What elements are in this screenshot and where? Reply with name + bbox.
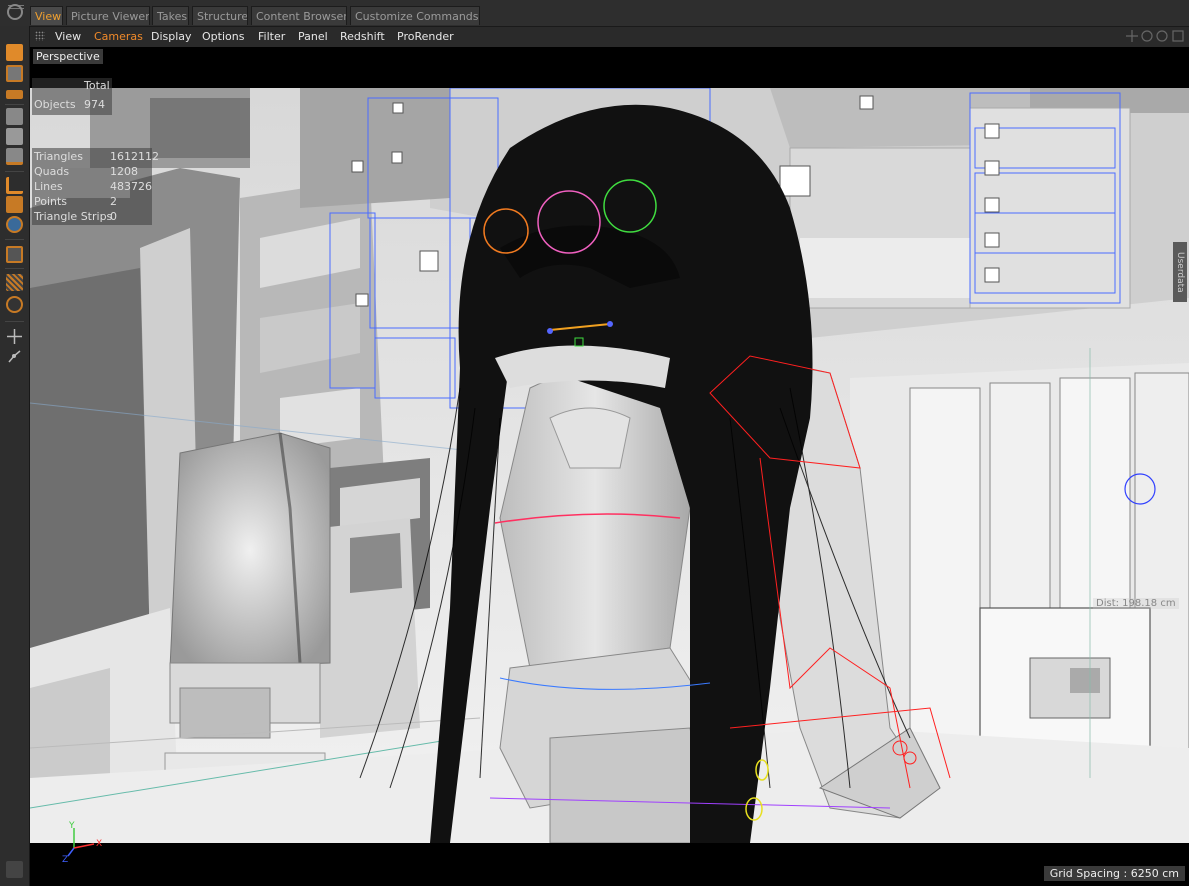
- tab-takes[interactable]: Takes: [152, 6, 189, 25]
- snap-icon[interactable]: [6, 177, 23, 194]
- texture-icon[interactable]: [6, 65, 23, 82]
- tab-customize-commands[interactable]: Customize Commands...: [350, 6, 480, 25]
- stats-objects-panel: Total Objects 974: [32, 78, 112, 115]
- cube-icon[interactable]: [6, 44, 23, 61]
- stats-points-label: Points: [34, 195, 68, 208]
- menu-view[interactable]: View: [55, 30, 81, 43]
- distance-readout: Dist: 198.18 cm: [1093, 598, 1179, 609]
- sphere-tool-icon[interactable]: [7, 4, 23, 20]
- menu-redshift[interactable]: Redshift: [340, 30, 385, 43]
- stats-quads-value: 1208: [110, 165, 138, 178]
- stats-points-value: 2: [110, 195, 117, 208]
- menu-cameras[interactable]: Cameras: [94, 30, 143, 43]
- menu-options[interactable]: Options: [202, 30, 244, 43]
- left-toolbar: [0, 4, 30, 886]
- stats-lines-label: Lines: [34, 180, 63, 193]
- viewport-grip-icon[interactable]: [35, 31, 45, 41]
- axis-x-label: X: [96, 839, 102, 849]
- cube-small-icon-3[interactable]: [6, 148, 23, 165]
- grid-spacing-readout: Grid Spacing : 6250 cm: [1043, 866, 1185, 881]
- userdata-tab[interactable]: Userdata: [1173, 242, 1187, 302]
- stats-strips-label: Triangle Strips: [34, 210, 113, 223]
- plane-icon[interactable]: [6, 90, 23, 99]
- cube-small-icon[interactable]: [6, 108, 23, 125]
- stats-lines-value: 483726: [110, 180, 152, 193]
- cube-small-icon-2[interactable]: [6, 128, 23, 145]
- tab-view[interactable]: View: [30, 6, 63, 25]
- axis-gizmo-icon: Y X Z: [62, 821, 102, 865]
- joint-icon[interactable]: [6, 348, 23, 365]
- lock-icon[interactable]: [6, 196, 23, 213]
- menu-display[interactable]: Display: [151, 30, 192, 43]
- menu-filter[interactable]: Filter: [258, 30, 285, 43]
- 3d-viewport[interactable]: Perspective Total Objects 974 Triangles …: [30, 47, 1189, 886]
- stats-objects-label: Objects: [34, 98, 76, 111]
- stats-objects-value: 974: [84, 98, 105, 111]
- stats-strips-value: 0: [110, 210, 117, 223]
- stats-header: Total: [84, 79, 110, 92]
- menu-prorender[interactable]: ProRender: [397, 30, 454, 43]
- layout-icon[interactable]: [6, 861, 23, 878]
- axis-z-label: Z: [62, 855, 68, 865]
- menu-panel[interactable]: Panel: [298, 30, 328, 43]
- scene-render[interactable]: [30, 88, 1189, 843]
- axis-y-label: Y: [68, 821, 75, 831]
- tab-content-browser[interactable]: Content Browser: [251, 6, 347, 25]
- viewport-navigation-icons[interactable]: [1125, 29, 1185, 43]
- stats-triangles-label: Triangles: [34, 150, 83, 163]
- move-icon[interactable]: [6, 328, 23, 345]
- tab-structure[interactable]: Structure: [192, 6, 248, 25]
- globe-icon[interactable]: [6, 216, 23, 233]
- grid-icon[interactable]: [6, 274, 23, 291]
- stats-triangles-value: 1612112: [110, 150, 159, 163]
- camera-label[interactable]: Perspective: [33, 49, 103, 64]
- top-tab-strip: View Picture Viewer Takes Structure Cont…: [0, 0, 1189, 27]
- brush-icon[interactable]: [6, 246, 23, 263]
- tab-picture-viewer[interactable]: Picture Viewer: [66, 6, 150, 25]
- stats-geometry-panel: Triangles 1612112 Quads 1208 Lines 48372…: [32, 148, 159, 225]
- twist-icon[interactable]: [6, 296, 23, 313]
- stats-quads-label: Quads: [34, 165, 70, 178]
